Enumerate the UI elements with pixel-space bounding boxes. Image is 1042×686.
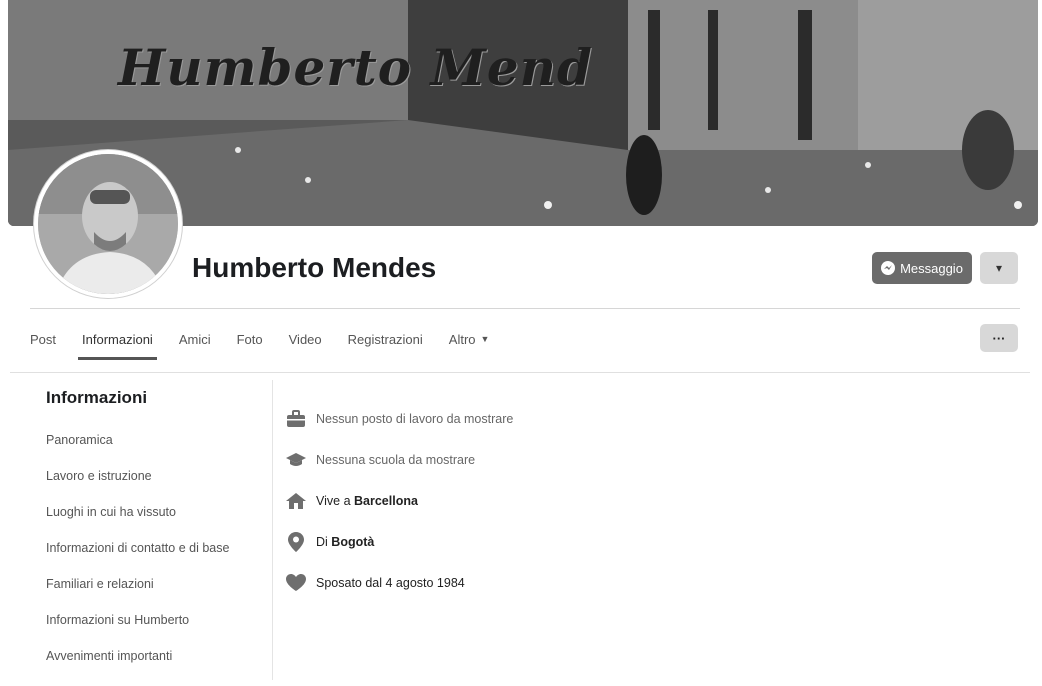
- tabs-divider: [10, 372, 1030, 373]
- briefcase-icon: [286, 409, 306, 429]
- tab-label: Altro: [448, 331, 476, 347]
- sidebar-item-panoramica[interactable]: Panoramica: [46, 422, 266, 458]
- sidebar-item-label: Lavoro e istruzione: [46, 469, 152, 483]
- chevron-down-icon: ▾: [995, 261, 1003, 275]
- lives-place-link[interactable]: Barcellona: [354, 494, 418, 508]
- tab-label: Foto: [236, 331, 263, 347]
- tab-registrazioni[interactable]: Registrazioni: [348, 318, 423, 360]
- from-place-link[interactable]: Bogotà: [331, 535, 374, 549]
- from-text: Di Bogotà: [316, 535, 374, 549]
- relationship-row: Sposato dal 4 agosto 1984: [286, 562, 986, 603]
- sidebar-item-label: Familiari e relazioni: [46, 577, 154, 591]
- sidebar-item-label: Informazioni su Humberto: [46, 613, 190, 627]
- sidebar-item-informazioni-su[interactable]: Informazioni su Humberto: [46, 602, 266, 638]
- lives-prefix: Vive a: [316, 493, 351, 508]
- house-icon: [286, 491, 306, 511]
- tab-informazioni[interactable]: Informazioni: [78, 318, 157, 360]
- header-divider: [30, 308, 1020, 309]
- tab-label: Amici: [178, 331, 211, 347]
- tab-foto[interactable]: Foto: [237, 318, 263, 360]
- tab-label: Informazioni: [82, 331, 153, 347]
- tab-label: Registrazioni: [347, 331, 423, 347]
- sidebar-item-contatto[interactable]: Informazioni di contatto e di base: [46, 530, 266, 566]
- location-pin-icon: [286, 531, 306, 552]
- sidebar-item-avvenimenti[interactable]: Avvenimenti importanti: [46, 638, 266, 674]
- tab-amici[interactable]: Amici: [179, 318, 211, 360]
- profile-page: Humberto Mend Humberto Mendes Messaggio …: [0, 0, 1042, 686]
- sidebar-item-label: Informazioni di contatto e di base: [46, 541, 230, 555]
- sidebar-divider: [272, 380, 273, 680]
- cover-title-text: Humberto Mend: [118, 38, 593, 97]
- tab-label: Video: [288, 331, 322, 347]
- sidebar-item-luoghi[interactable]: Luoghi in cui ha vissuto: [46, 494, 266, 530]
- lives-row: Vive a Barcellona: [286, 480, 986, 521]
- work-row: Nessun posto di lavoro da mostrare: [286, 398, 986, 439]
- avatar[interactable]: [34, 150, 182, 298]
- messenger-icon: [881, 261, 896, 275]
- message-button-label: Messaggio: [900, 260, 963, 276]
- sidebar-item-label: Avvenimenti importanti: [46, 649, 173, 663]
- profile-name: Humberto Mendes: [192, 252, 437, 283]
- from-prefix: Di: [316, 534, 328, 549]
- sidebar-title: Informazioni: [46, 388, 148, 407]
- sidebar-item-label: Panoramica: [46, 433, 113, 447]
- caret-down-icon: ▼: [480, 334, 490, 344]
- school-row: Nessuna scuola da mostrare: [286, 439, 986, 480]
- heart-icon: [286, 573, 306, 593]
- sidebar-item-lavoro-istruzione[interactable]: Lavoro e istruzione: [46, 458, 266, 494]
- tab-video[interactable]: Video: [289, 318, 322, 360]
- sidebar-item-label: Luoghi in cui ha vissuto: [46, 505, 176, 519]
- tabs-more-button[interactable]: ···: [980, 324, 1018, 352]
- lives-text: Vive a Barcellona: [316, 494, 418, 508]
- work-text: Nessun posto di lavoro da mostrare: [316, 411, 514, 426]
- tab-label: Post: [30, 331, 57, 347]
- about-sidebar: Informazioni Panoramica Lavoro e istruzi…: [46, 388, 266, 674]
- profile-more-button[interactable]: ▾: [980, 252, 1018, 284]
- relationship-text: Sposato dal 4 agosto 1984: [316, 575, 465, 590]
- graduation-cap-icon: [286, 450, 306, 470]
- ellipsis-icon: ···: [992, 330, 1006, 346]
- sidebar-item-familiari[interactable]: Familiari e relazioni: [46, 566, 266, 602]
- avatar-image: [38, 154, 178, 294]
- tab-post[interactable]: Post: [30, 318, 56, 360]
- message-button[interactable]: Messaggio: [872, 252, 972, 284]
- profile-tabs: Post Informazioni Amici Foto Video Regis…: [30, 318, 515, 360]
- tab-altro[interactable]: Altro ▼: [449, 318, 490, 360]
- school-text: Nessuna scuola da mostrare: [316, 452, 476, 467]
- overview-list: Nessun posto di lavoro da mostrare Nessu…: [286, 398, 986, 603]
- from-row: Di Bogotà: [286, 521, 986, 562]
